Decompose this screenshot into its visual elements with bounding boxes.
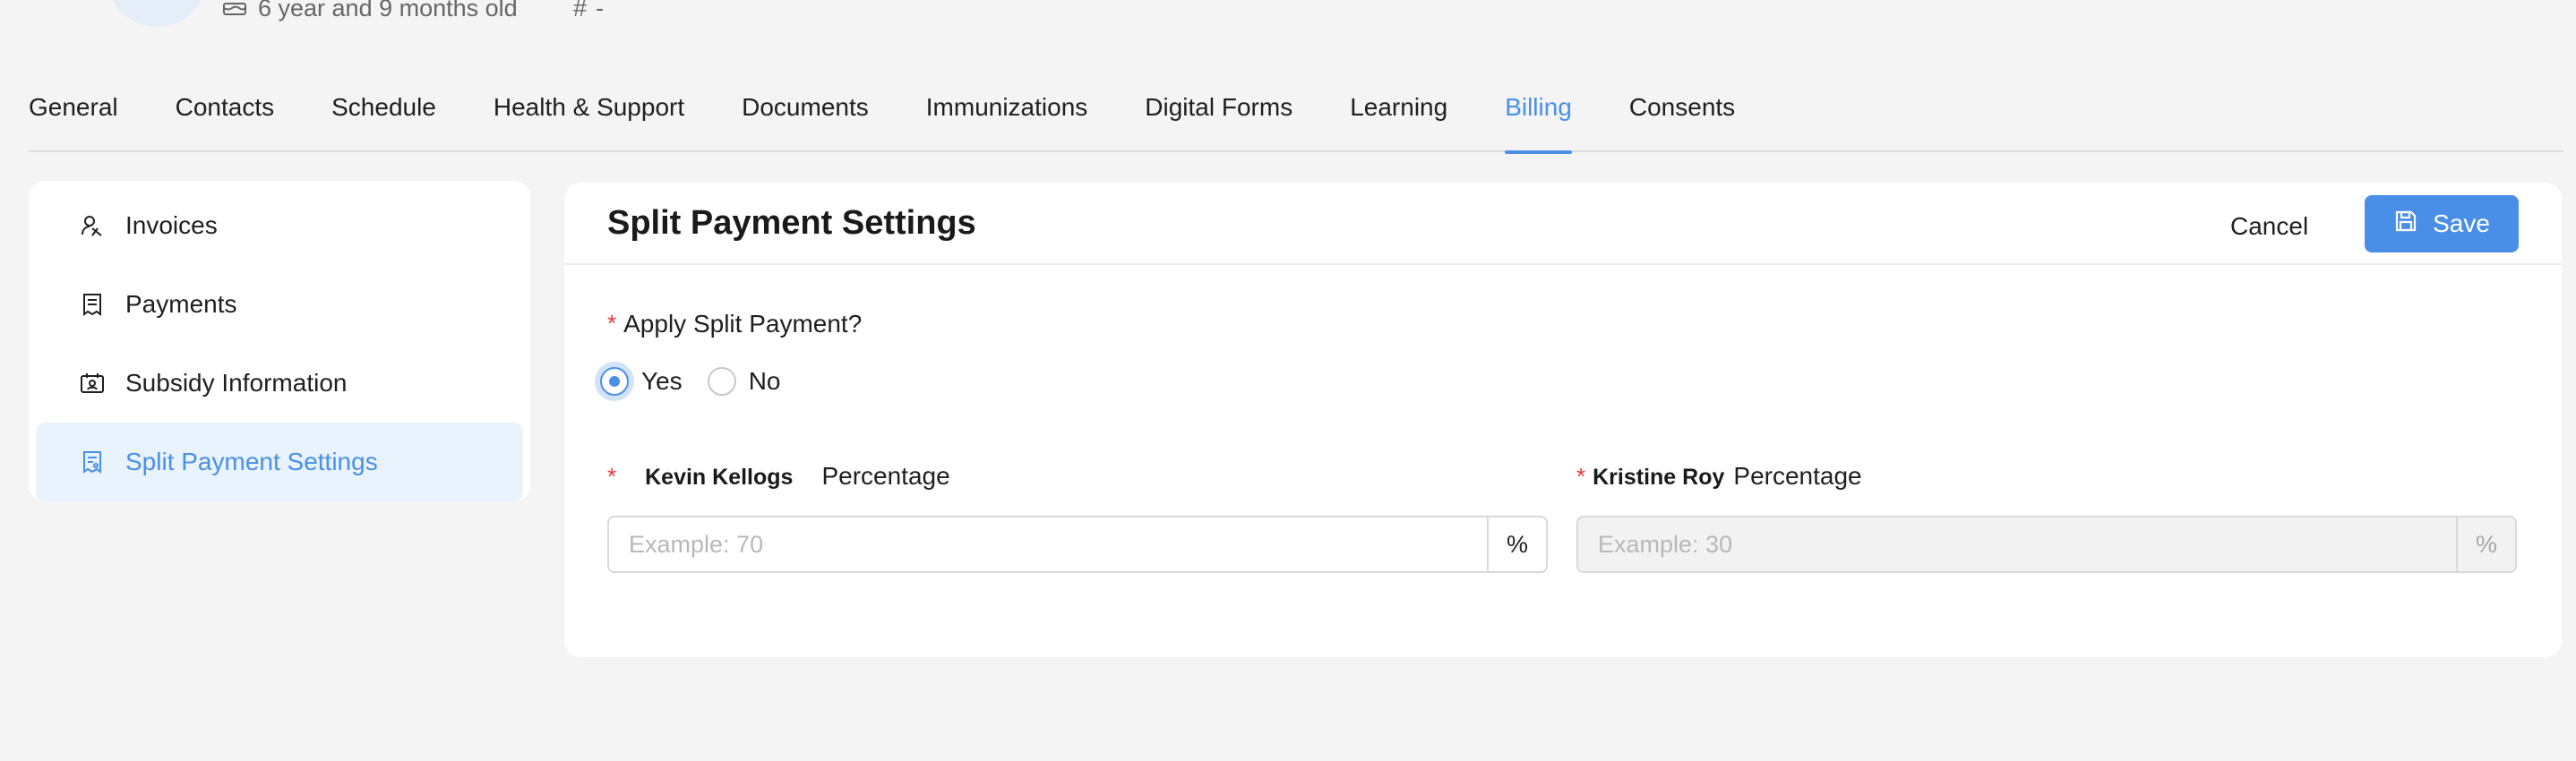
split-payment-icon (79, 449, 106, 475)
cancel-button[interactable]: Cancel (2230, 199, 2308, 254)
tab-immunizations[interactable]: Immunizations (926, 90, 1088, 152)
sidebar-item-split-payment-settings[interactable]: Split Payment Settings (36, 423, 523, 501)
tab-billing[interactable]: Billing (1505, 90, 1572, 154)
sidebar-item-label: Payments (125, 290, 237, 318)
required-mark: * (607, 310, 617, 337)
radio-yes-label[interactable]: Yes (641, 367, 683, 396)
page: 6 year and 9 months old # - General Cont… (0, 0, 2576, 761)
radio-yes-circle[interactable] (600, 367, 629, 396)
required-mark: * (607, 463, 617, 490)
kevin-percentage-group: % (607, 516, 1548, 573)
avatar[interactable] (107, 0, 206, 27)
invoices-icon (79, 212, 106, 239)
split-payment-card: Split Payment Settings Cancel Save * App… (564, 183, 2562, 657)
apply-split-question: Apply Split Payment? (623, 310, 863, 338)
kristine-percentage-label: * Kristine Roy Percentage (1576, 462, 1862, 491)
kevin-percentage-label: * Kevin Kellogs Percentage (607, 462, 950, 491)
kevin-percentage-input[interactable] (609, 517, 1487, 571)
sidebar-item-payments[interactable]: Payments (36, 265, 523, 344)
age-text: 6 year and 9 months old (258, 0, 518, 21)
kristine-percentage-suffix: Percentage (1733, 462, 1862, 490)
kristine-percentage-input (1578, 517, 2456, 571)
save-button[interactable]: Save (2365, 195, 2519, 252)
percent-addon: % (2456, 517, 2515, 571)
sidebar-item-label: Split Payment Settings (125, 448, 378, 475)
card-header: Split Payment Settings Cancel Save (564, 183, 2562, 265)
page-title: Split Payment Settings (607, 204, 976, 242)
profile-strip: 6 year and 9 months old # - (0, 0, 806, 27)
radio-yes[interactable]: Yes (600, 367, 683, 396)
sidebar-item-label: Subsidy Information (125, 369, 348, 397)
billing-sidebar: Invoices Payments Subsidy Information Sp… (29, 181, 530, 501)
tab-digital-forms[interactable]: Digital Forms (1145, 90, 1292, 152)
percent-addon: % (1487, 517, 1546, 571)
subsidy-icon (79, 370, 106, 397)
tab-schedule[interactable]: Schedule (331, 90, 436, 152)
kevin-name: Kevin Kellogs (645, 465, 794, 490)
hash-icon: # (573, 0, 588, 21)
kevin-percentage-suffix: Percentage (821, 462, 950, 490)
radio-no-circle[interactable] (707, 367, 736, 396)
tab-learning[interactable]: Learning (1350, 90, 1447, 152)
required-mark: * (1576, 463, 1586, 490)
save-icon (2393, 209, 2418, 240)
tab-contacts[interactable]: Contacts (176, 90, 275, 152)
radio-no[interactable]: No (707, 367, 781, 396)
apply-split-radio-group: Yes No (600, 367, 805, 396)
kristine-percentage-group: % (1576, 516, 2517, 573)
id-info: # - (573, 0, 604, 22)
save-label: Save (2433, 209, 2490, 237)
radio-no-label[interactable]: No (749, 367, 781, 396)
id-value: - (596, 0, 605, 21)
cake-icon (222, 0, 247, 22)
tab-bar: General Contacts Schedule Health & Suppo… (29, 90, 2563, 154)
tab-general[interactable]: General (29, 90, 118, 152)
sidebar-item-label: Invoices (125, 211, 218, 239)
kristine-name: Kristine Roy (1593, 465, 1725, 490)
age-info: 6 year and 9 months old (222, 0, 518, 22)
apply-split-label: * Apply Split Payment? (607, 310, 862, 338)
tab-health-support[interactable]: Health & Support (494, 90, 684, 152)
sidebar-item-subsidy-information[interactable]: Subsidy Information (36, 344, 523, 423)
payments-icon (79, 291, 106, 318)
tab-documents[interactable]: Documents (742, 90, 869, 152)
sidebar-item-invoices[interactable]: Invoices (36, 186, 523, 265)
tab-consents[interactable]: Consents (1629, 90, 1735, 152)
